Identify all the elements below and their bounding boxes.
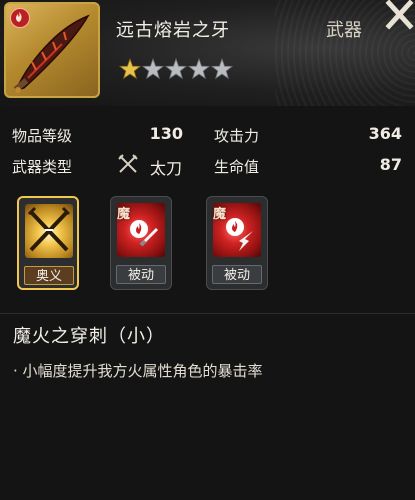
- skill-tag: 被动: [212, 265, 262, 284]
- attack-label: 攻击力: [214, 127, 260, 145]
- weapon-type-label: 武器类型: [12, 158, 73, 176]
- skill-slot-passive-1[interactable]: 魔 被动: [110, 196, 172, 290]
- hp-label: 生命值: [214, 158, 260, 176]
- skill-corner-label: 魔: [213, 207, 227, 222]
- star-empty-icon: [165, 58, 187, 80]
- item-name: 远古熔岩之牙: [116, 20, 230, 41]
- fire-element-icon: [10, 8, 30, 28]
- skill-corner-label: 魔: [117, 207, 131, 222]
- skill-detail-description: · 小幅度提升我方火属性角色的暴击率: [13, 362, 263, 380]
- crossed-blades-icon: [118, 154, 138, 173]
- item-level-value: 130: [149, 124, 183, 143]
- crossed-swords-icon: [25, 204, 73, 258]
- attack-value: 364: [368, 124, 402, 143]
- item-portrait: [4, 2, 100, 98]
- close-icon: [385, 0, 414, 30]
- skill-detail-title: 魔火之穿刺（小）: [13, 326, 165, 347]
- weapon-type-value: 太刀: [150, 159, 183, 178]
- star-empty-icon: [188, 58, 210, 80]
- skill-tag: 被动: [116, 265, 166, 284]
- star-empty-icon: [211, 58, 233, 80]
- star-filled-icon: [119, 58, 141, 80]
- item-type: 武器: [326, 20, 362, 41]
- skill-tag: 奥义: [24, 266, 74, 285]
- skill-slot-passive-2[interactable]: 魔 被动: [206, 196, 268, 290]
- item-level-label: 物品等级: [12, 127, 73, 145]
- divider: [0, 313, 415, 314]
- hp-value: 87: [379, 155, 402, 174]
- star-empty-icon: [142, 58, 164, 80]
- skill-slot-ougi[interactable]: 奥义: [17, 196, 79, 290]
- close-button[interactable]: [384, 0, 415, 30]
